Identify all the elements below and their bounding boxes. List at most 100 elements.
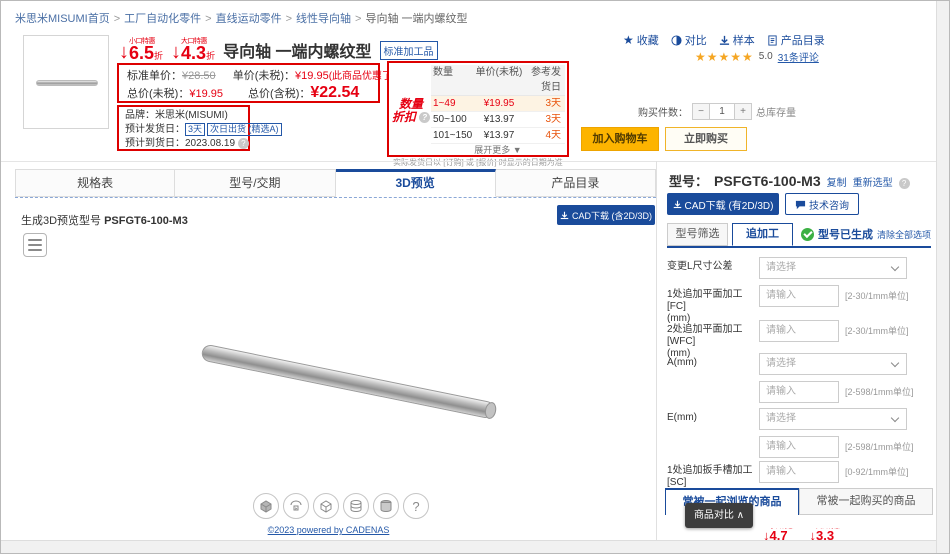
next-day-ship-chip[interactable]: 次日出货 (精选A) xyxy=(207,123,282,136)
field-fc: 1处追加平面加工[FC](mm) 请输入 [2-30/1mm单位] xyxy=(667,285,933,325)
table-row: 1~49 ¥19.95 3天 xyxy=(431,96,565,112)
tab-additional-work[interactable]: 追加工 xyxy=(732,223,793,246)
help-icon[interactable]: ? xyxy=(238,138,249,149)
tab-bought-together[interactable]: 常被一起购买的商品 xyxy=(799,488,933,515)
copy-model-link[interactable]: 复制 xyxy=(827,174,847,189)
tab-product-catalog[interactable]: 产品目录 xyxy=(496,169,656,197)
reviews-link[interactable]: 31条评论 xyxy=(778,49,819,64)
download-icon xyxy=(673,200,682,209)
favorite-button[interactable]: ★收藏 xyxy=(623,32,659,48)
animation-button[interactable] xyxy=(283,493,309,519)
e-hint: [2-598/1mm单位] xyxy=(845,436,914,458)
product-thumbnail[interactable] xyxy=(23,35,109,129)
catalog-button[interactable]: 产品目录 xyxy=(767,32,825,48)
breadcrumb-category-2[interactable]: 直线运动零件 xyxy=(216,13,282,25)
discount-badge-2: ↓ 大口特惠 4.3折 xyxy=(171,38,215,62)
catalog-icon xyxy=(767,35,778,46)
status-badge: 型号已生成 xyxy=(818,226,873,242)
a-value-input[interactable]: 请输入 xyxy=(759,381,839,403)
quantity-discount-panel: 数量折扣 ? 数量 单价(未税) 参考发货日 1~49 ¥19.95 3天 50… xyxy=(387,61,569,157)
cadenas-credit-link[interactable]: ©2023 powered by CADENAS xyxy=(268,525,390,535)
table-row: 50~100 ¥13.97 3天 xyxy=(431,112,565,128)
scrollbar[interactable] xyxy=(936,1,949,553)
shaft-thumbnail-graphic xyxy=(36,80,98,86)
panel-cad-download-button[interactable]: CAD下载 (有2D/3D) xyxy=(667,193,779,215)
a-select[interactable]: 请选择 xyxy=(759,353,907,375)
ship-days-chip[interactable]: 3天 xyxy=(185,123,205,136)
field-e-value: 请输入 [2-598/1mm单位] xyxy=(667,436,933,458)
a-hint: [2-598/1mm单位] xyxy=(845,381,914,403)
buy-now-button[interactable]: 立即购买 xyxy=(665,127,747,151)
shaded-view-button[interactable] xyxy=(253,493,279,519)
tech-consult-button[interactable]: 技术咨询 xyxy=(785,193,859,215)
tab-3d-preview[interactable]: 3D预览 xyxy=(336,169,496,197)
l-tolerance-select[interactable]: 请选择 xyxy=(759,257,907,279)
table-row: 101~150 ¥13.97 4天 xyxy=(431,128,565,144)
solid-view-button[interactable] xyxy=(373,493,399,519)
section-view-button[interactable] xyxy=(343,493,369,519)
isometric-view-button[interactable] xyxy=(313,493,339,519)
qty-minus-button[interactable]: − xyxy=(693,104,709,119)
panel-divider xyxy=(656,161,657,542)
add-to-cart-button[interactable]: 加入购物车 xyxy=(581,127,659,151)
total-price-untaxed: ¥19.95 xyxy=(189,88,223,100)
chevron-down-icon xyxy=(891,414,899,422)
wfc-input[interactable]: 请输入 xyxy=(759,320,839,342)
price-panel: 标准单价：¥28.50 单价(未税)：¥19.95(此商品优惠了：¥8.55) … xyxy=(117,63,380,103)
download-icon xyxy=(560,211,569,220)
help-icon[interactable]: ? xyxy=(419,112,430,123)
reselect-link[interactable]: 重新选型 xyxy=(853,174,893,189)
sc-input[interactable]: 请输入 xyxy=(759,461,839,483)
generated-model-number: PSFGT6-100-M3 xyxy=(104,215,188,227)
viewer-cad-download-button[interactable]: CAD下载 (含2D/3D) xyxy=(557,205,655,225)
qty-plus-button[interactable]: + xyxy=(735,104,751,119)
download-icon xyxy=(719,35,730,46)
discount-note: 实际发货日以 [订购] 或 [报价] 时显示的日期为准 xyxy=(391,157,565,168)
down-arrow-icon: ↓ xyxy=(119,42,129,62)
field-e: E(mm) 请选择 xyxy=(667,408,933,430)
sample-download-button[interactable]: 样本 xyxy=(719,32,755,48)
qty-value[interactable]: 1 xyxy=(709,104,735,119)
purchase-quantity-row: 购买件数： − 1 + 总库存量 xyxy=(638,103,796,120)
tab-model-delivery[interactable]: 型号/交期 xyxy=(175,169,335,197)
total-price-taxed: ¥22.54 xyxy=(310,84,359,101)
3d-shaft-model[interactable] xyxy=(200,343,495,419)
breadcrumb-category-3[interactable]: 线性导向轴 xyxy=(296,13,351,25)
standard-price: ¥28.50 xyxy=(182,70,216,82)
arrival-date: 2023.08.19 xyxy=(185,138,235,149)
fc-hint: [2-30/1mm单位] xyxy=(845,285,909,325)
viewer-help-button[interactable]: ? xyxy=(403,493,429,519)
discount-badge-1: ↓ 小口特惠 6.5折 xyxy=(119,38,163,62)
model-generated-status: 型号已生成 清除全部选项 xyxy=(801,226,931,246)
field-a: A(mm) 请选择 xyxy=(667,353,933,375)
clear-all-link[interactable]: 清除全部选项 xyxy=(877,228,931,241)
brand-shipping-panel: 品牌：米思米(MISUMI) 预计发货日：3天次日出货 (精选A) 预计到货日：… xyxy=(117,105,250,151)
page-title: 导向轴 一端内螺纹型 xyxy=(223,44,371,62)
field-a-value: 请输入 [2-598/1mm单位] xyxy=(667,381,933,403)
header-divider xyxy=(1,161,937,162)
star-rating-icons: ★★★★★ xyxy=(695,50,754,64)
tab-model-filter[interactable]: 型号筛选 xyxy=(667,223,728,246)
product-title-row: ↓ 小口特惠 6.5折 ↓ 大口特惠 4.3折 导向轴 一端内螺纹型 标准加工品 xyxy=(119,34,438,62)
e-select[interactable]: 请选择 xyxy=(759,408,907,430)
tab-spec-table[interactable]: 规格表 xyxy=(15,169,175,197)
help-icon[interactable]: ? xyxy=(899,178,910,189)
fc-input[interactable]: 请输入 xyxy=(759,285,839,307)
chevron-down-icon xyxy=(891,359,899,367)
rating-row: ★★★★★ 5.0 31条评论 xyxy=(695,49,819,64)
rating-score: 5.0 xyxy=(759,51,773,62)
breadcrumb-category-1[interactable]: 工厂自动化零件 xyxy=(124,13,201,25)
stock-link[interactable]: 总库存量 xyxy=(756,104,796,119)
viewer-menu-button[interactable] xyxy=(23,233,47,257)
field-l-tolerance: 变更L尺寸公差 请选择 xyxy=(667,257,933,279)
discount-table: 数量 单价(未税) 参考发货日 1~49 ¥19.95 3天 50~100 ¥1… xyxy=(431,65,565,157)
breadcrumb-home[interactable]: 米思米MISUMI首页 xyxy=(15,13,110,25)
brand-name: 米思米(MISUMI) xyxy=(155,110,228,121)
quantity-stepper: − 1 + xyxy=(692,103,752,120)
breadcrumb-current: 导向轴 一端内螺纹型 xyxy=(365,13,467,25)
compare-button[interactable]: 对比 xyxy=(671,32,707,48)
expand-more-link[interactable]: 展开更多 ▼ xyxy=(431,144,565,157)
model-number-row: 型号： PSFGT6-100-M3 复制 重新选型 ? xyxy=(669,171,910,190)
compare-products-button[interactable]: 商品对比 ∧ xyxy=(685,503,753,528)
e-value-input[interactable]: 请输入 xyxy=(759,436,839,458)
